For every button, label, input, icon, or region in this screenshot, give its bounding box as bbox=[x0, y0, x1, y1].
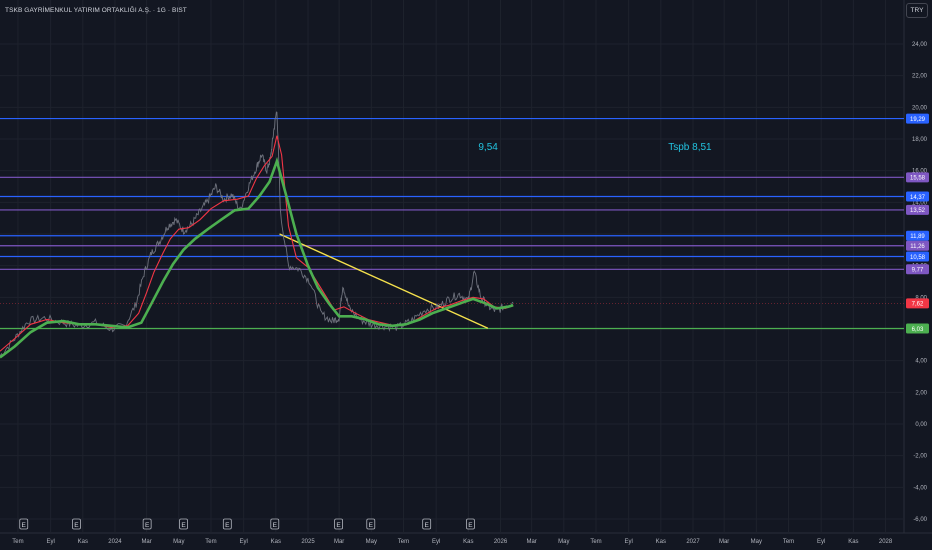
x-tick-label: 2024 bbox=[108, 539, 122, 545]
earnings-marker-label: E bbox=[336, 522, 341, 529]
earnings-marker-label: E bbox=[273, 522, 278, 529]
x-tick-label: Eyl bbox=[46, 539, 54, 545]
earnings-marker: E bbox=[222, 518, 232, 530]
x-tick-label: Tem bbox=[205, 539, 216, 545]
currency-button[interactable]: TRY bbox=[906, 3, 928, 18]
x-tick-label: 2026 bbox=[494, 539, 508, 545]
x-tick-label: Eyl bbox=[817, 539, 825, 545]
trendline bbox=[279, 233, 489, 329]
earnings-marker-label: E bbox=[468, 522, 473, 529]
x-tick-label: Eyl bbox=[625, 539, 633, 545]
x-tick-label: May bbox=[558, 539, 569, 545]
y-tick-label: 2,00 bbox=[915, 390, 927, 396]
earnings-marker: E bbox=[142, 518, 152, 530]
earnings-marker: E bbox=[422, 518, 432, 530]
x-tick-label: Kas bbox=[463, 539, 473, 545]
x-tick-label: May bbox=[751, 539, 762, 545]
level-label: 14,37 bbox=[910, 195, 926, 201]
earnings-marker-label: E bbox=[425, 522, 430, 529]
x-tick-label: Eyl bbox=[432, 539, 440, 545]
earnings-marker-label: E bbox=[22, 522, 27, 529]
earnings-marker: E bbox=[466, 518, 475, 530]
earnings-marker: E bbox=[19, 518, 29, 530]
y-tick-label: -6,00 bbox=[913, 517, 927, 523]
price-chart[interactable]: 24,0022,0020,0018,0016,0014,0012,0010,00… bbox=[0, 0, 932, 550]
x-tick-label: Tem bbox=[398, 539, 409, 545]
earnings-marker: E bbox=[270, 518, 280, 530]
earnings-marker: E bbox=[334, 518, 344, 530]
x-tick-label: Mar bbox=[719, 539, 729, 545]
earnings-marker-label: E bbox=[225, 522, 230, 529]
earnings-marker: E bbox=[366, 518, 376, 530]
y-tick-label: 0,00 bbox=[915, 422, 927, 428]
x-tick-label: Mar bbox=[141, 539, 151, 545]
level-label: 19,29 bbox=[910, 117, 926, 123]
x-tick-label: Tem bbox=[12, 539, 23, 545]
x-tick-label: May bbox=[173, 539, 184, 545]
earnings-marker-label: E bbox=[145, 522, 150, 529]
y-tick-label: 18,00 bbox=[912, 137, 928, 143]
earnings-marker: E bbox=[179, 518, 188, 530]
x-tick-label: Mar bbox=[526, 539, 536, 545]
x-tick-label: Kas bbox=[656, 539, 666, 545]
x-tick-label: 2027 bbox=[686, 539, 700, 545]
y-tick-label: -2,00 bbox=[913, 454, 927, 460]
x-tick-label: Eyl bbox=[239, 539, 247, 545]
x-tick-label: Mar bbox=[334, 539, 344, 545]
annotation-text-1: 9,54 bbox=[478, 141, 498, 153]
earnings-marker-label: E bbox=[74, 522, 79, 529]
y-tick-label: -4,00 bbox=[913, 485, 927, 491]
x-tick-label: 2028 bbox=[879, 539, 893, 545]
earnings-marker-label: E bbox=[369, 522, 374, 529]
y-tick-label: 20,00 bbox=[912, 105, 928, 111]
earnings-marker: E bbox=[72, 518, 81, 530]
price-axis bbox=[904, 0, 932, 550]
x-tick-label: Kas bbox=[271, 539, 281, 545]
y-tick-label: 22,00 bbox=[912, 74, 928, 80]
level-label: 11,89 bbox=[910, 234, 925, 240]
level-label: 9,77 bbox=[912, 268, 924, 274]
level-label: 10,58 bbox=[910, 255, 926, 261]
y-tick-label: 24,00 bbox=[912, 42, 928, 48]
symbol-title[interactable]: TSKB GAYRİMENKUL YATIRIM ORTAKLIĞI A.Ş. … bbox=[5, 7, 187, 14]
x-tick-label: May bbox=[366, 539, 377, 545]
x-tick-label: Kas bbox=[78, 539, 88, 545]
last-price-label: 7,62 bbox=[912, 302, 924, 308]
x-tick-label: Kas bbox=[848, 539, 858, 545]
level-label: 11,26 bbox=[910, 244, 925, 250]
level-label: 6,03 bbox=[912, 327, 924, 333]
annotation-text-2: Tspb 8,51 bbox=[668, 141, 712, 153]
level-label: 15,58 bbox=[910, 176, 926, 182]
x-tick-label: Tem bbox=[590, 539, 601, 545]
earnings-marker-label: E bbox=[181, 522, 186, 529]
level-label: 13,52 bbox=[910, 208, 926, 214]
y-tick-label: 4,00 bbox=[915, 359, 927, 365]
x-tick-label: 2025 bbox=[301, 539, 315, 545]
x-tick-label: Tem bbox=[783, 539, 794, 545]
